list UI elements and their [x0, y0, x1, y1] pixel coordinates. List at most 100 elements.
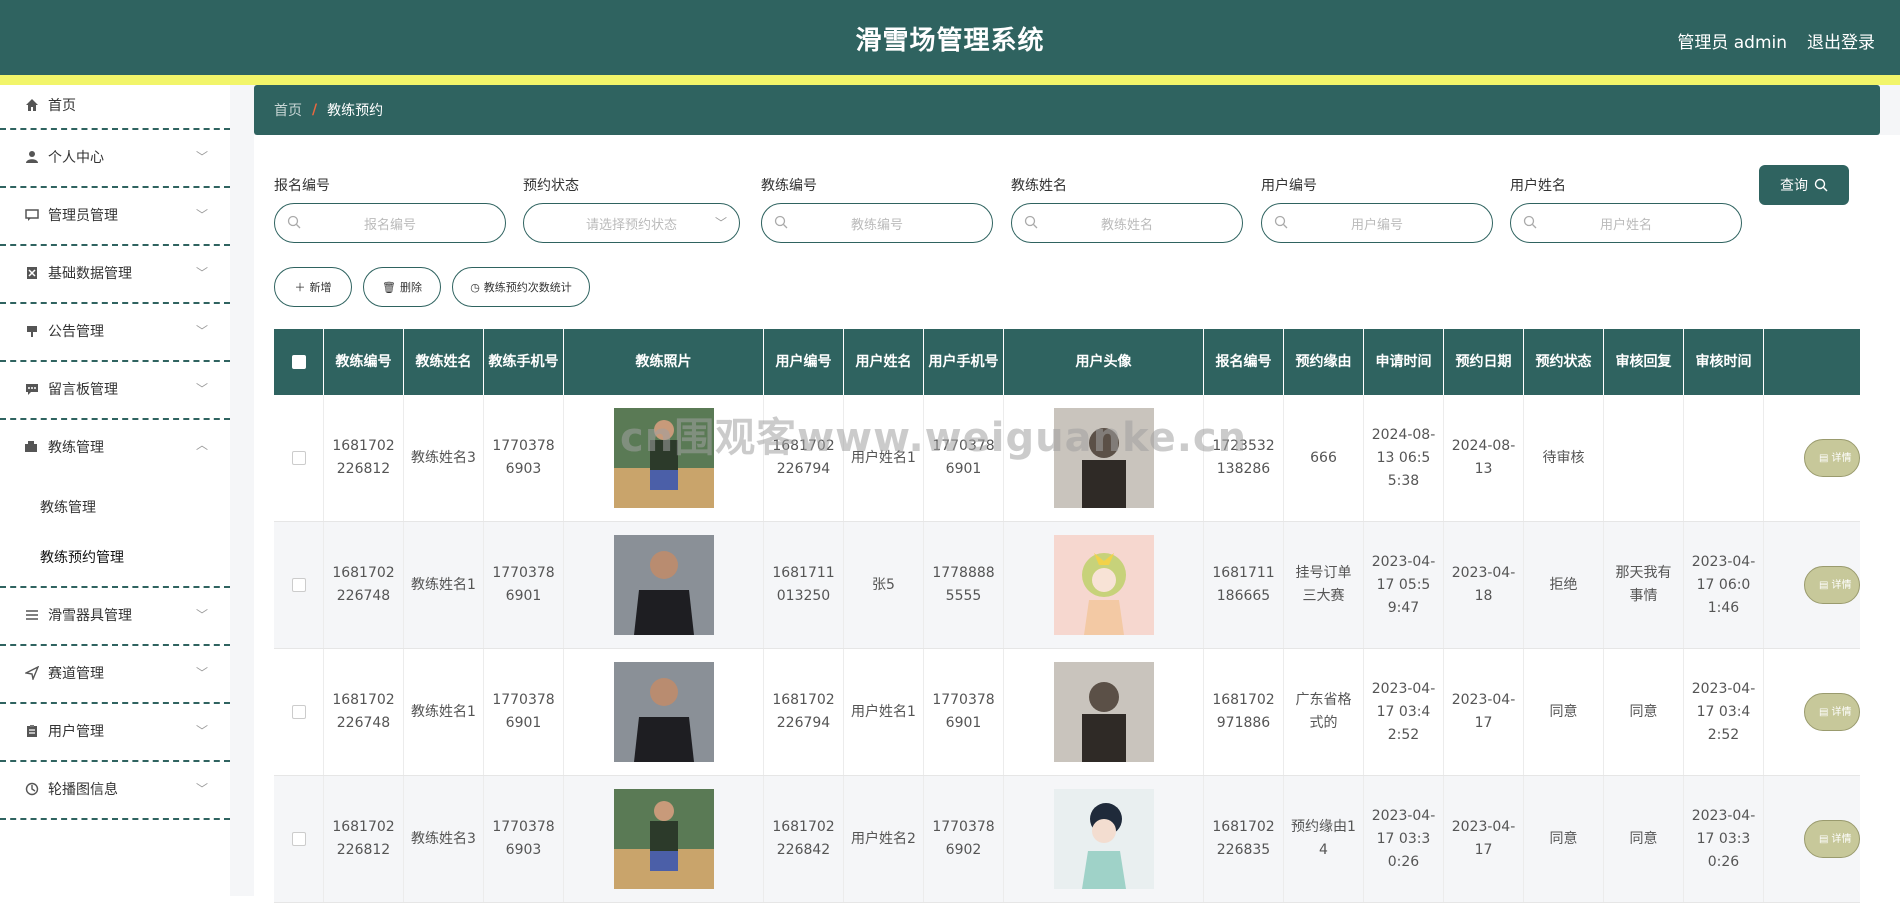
input-placeholder: 报名编号 — [363, 217, 416, 233]
coach-name-input[interactable]: 教练姓名 — [1011, 203, 1243, 243]
sidebar-item-users[interactable]: 用户管理 ﹀ — [0, 704, 230, 762]
th-coach-photo: 教练照片 — [564, 329, 764, 395]
carousel-icon — [24, 781, 40, 797]
sidebar-item-notice[interactable]: 公告管理 ﹀ — [0, 304, 230, 362]
cell-reason: 挂号订单三大赛 — [1284, 522, 1364, 648]
cell-coach-phone: 17703786903 — [484, 395, 564, 521]
notice-icon — [24, 323, 40, 339]
coach-photo[interactable] — [613, 789, 714, 889]
query-button[interactable]: 查询 — [1759, 165, 1849, 205]
detail-button[interactable]: ▤ 详情 — [1804, 693, 1860, 731]
filter-label-coach-name: 教练姓名 — [1011, 178, 1067, 194]
cell-date: 2023-04-17 — [1444, 649, 1524, 775]
detail-button[interactable]: ▤ 详情 — [1804, 439, 1860, 477]
search-icon — [1274, 215, 1288, 229]
detail-label: 详情 — [1831, 706, 1852, 718]
sidebar-item-carousel[interactable]: 轮播图信息 ﹀ — [0, 762, 230, 820]
cell-user-phone: 17703786901 — [924, 649, 1004, 775]
cell-signup-no: 1681702971886 — [1204, 649, 1284, 775]
th-review-time: 审核时间 — [1684, 329, 1764, 395]
chevron-down-icon: ﹀ — [195, 150, 208, 164]
th-signup-no: 报名编号 — [1204, 329, 1284, 395]
sidebar-item-profile[interactable]: 个人中心 ﹀ — [0, 130, 230, 188]
chevron-down-icon: ﹀ — [195, 666, 208, 680]
search-icon — [287, 215, 301, 229]
delete-button[interactable]: 🗑 删除 — [363, 267, 441, 307]
user-avatar[interactable] — [1053, 662, 1154, 762]
user-no-input[interactable]: 用户编号 — [1261, 203, 1493, 243]
doc-icon: ▤ — [1819, 579, 1829, 591]
detail-label: 详情 — [1831, 579, 1852, 591]
row-checkbox[interactable] — [291, 832, 306, 846]
sidebar-item-label: 公告管理 — [48, 324, 104, 340]
cell-date: 2024-08-13 — [1444, 395, 1524, 521]
input-placeholder: 用户姓名 — [1599, 217, 1652, 233]
list-icon — [24, 607, 40, 623]
sidebar-item-home[interactable]: 首页 — [0, 85, 230, 130]
chevron-down-icon: ﹀ — [195, 782, 208, 796]
sidebar-item-admin[interactable]: 管理员管理 ﹀ — [0, 188, 230, 246]
cell-user-phone: 17788885555 — [924, 522, 1004, 648]
row-checkbox[interactable] — [291, 451, 306, 465]
breadcrumb-separator: / — [312, 102, 318, 118]
user-avatar[interactable] — [1053, 535, 1154, 635]
cell-reply — [1604, 395, 1684, 521]
cell-user-no: 1681711013250 — [764, 522, 844, 648]
th-user-avatar: 用户头像 — [1004, 329, 1204, 395]
delete-label: 删除 — [399, 281, 422, 294]
search-icon — [1814, 178, 1828, 192]
sidebar-item-ski-equipment[interactable]: 滑雪器具管理 ﹀ — [0, 588, 230, 646]
detail-label: 详情 — [1831, 452, 1852, 464]
cell-actions: ▤ 详情 — [1764, 522, 1860, 648]
coach-photo[interactable] — [613, 662, 714, 762]
table-header: 教练编号 教练姓名 教练手机号 教练照片 用户编号 用户姓名 用户手机号 用户头… — [274, 329, 1860, 395]
sidebar-item-message-board[interactable]: 留言板管理 ﹀ — [0, 362, 230, 420]
select-placeholder: 请选择预约状态 — [585, 217, 677, 233]
watermark: cn围观客www.weiguanke.cn — [620, 415, 1248, 461]
chevron-down-icon: ﹀ — [714, 216, 727, 230]
detail-button[interactable]: ▤ 详情 — [1804, 566, 1860, 604]
row-checkbox[interactable] — [291, 705, 306, 719]
th-user-name: 用户姓名 — [844, 329, 924, 395]
detail-button[interactable]: ▤ 详情 — [1804, 820, 1860, 858]
sidebar-item-label: 用户管理 — [48, 724, 104, 740]
cell-coach-phone: 17703786901 — [484, 522, 564, 648]
submenu-coach-booking[interactable]: 教练预约管理 — [0, 532, 230, 582]
input-placeholder: 教练姓名 — [1100, 217, 1153, 233]
coach-photo[interactable] — [613, 535, 714, 635]
plus-icon: ＋ — [294, 281, 306, 294]
cell-coach-name: 教练姓名1 — [404, 649, 484, 775]
cell-review-time — [1684, 395, 1764, 521]
cell-user-avatar — [1004, 776, 1204, 902]
coach-no-input[interactable]: 教练编号 — [761, 203, 993, 243]
row-checkbox[interactable] — [291, 578, 306, 592]
select-all-checkbox[interactable] — [291, 355, 306, 369]
filter-label-coach-no: 教练编号 — [761, 178, 817, 194]
th-apply-time: 申请时间 — [1364, 329, 1444, 395]
sidebar-item-track[interactable]: 赛道管理 ﹀ — [0, 646, 230, 704]
cell-user-name: 用户姓名1 — [844, 649, 924, 775]
cell-reason: 666 — [1284, 395, 1364, 521]
signup-no-input[interactable]: 报名编号 — [274, 203, 506, 243]
main-content: 首页 / 教练预约 报名编号 报名编号 预约状态 请选择预约状态 ﹀ 教练编号 … — [230, 85, 1900, 903]
sidebar-item-label: 轮播图信息 — [48, 782, 118, 798]
cell-reply: 同意 — [1604, 649, 1684, 775]
cell-review-time: 2023-04-17 03:42:52 — [1684, 649, 1764, 775]
sidebar-item-base-data[interactable]: 基础数据管理 ﹀ — [0, 246, 230, 304]
status-select[interactable]: 请选择预约状态 ﹀ — [523, 203, 740, 243]
user-name-input[interactable]: 用户姓名 — [1510, 203, 1742, 243]
row-select-cell — [274, 395, 324, 521]
submenu-coach-manage[interactable]: 教练管理 — [0, 482, 230, 532]
chevron-down-icon: ﹀ — [195, 208, 208, 222]
cell-coach-no: 1681702226812 — [324, 776, 404, 902]
data-icon — [24, 265, 40, 281]
logout-link[interactable]: 退出登录 — [1807, 28, 1875, 53]
breadcrumb-home[interactable]: 首页 — [274, 100, 302, 120]
stats-button[interactable]: ◷ 教练预约次数统计 — [452, 267, 590, 307]
sidebar-item-coach[interactable]: 教练管理 ︿ — [0, 420, 230, 478]
cell-actions: ▤ 详情 — [1764, 649, 1860, 775]
trash-icon: 🗑 — [382, 280, 396, 294]
cell-coach-no: 1681702226748 — [324, 522, 404, 648]
user-avatar[interactable] — [1053, 789, 1154, 889]
add-button[interactable]: ＋ 新增 — [274, 267, 352, 307]
